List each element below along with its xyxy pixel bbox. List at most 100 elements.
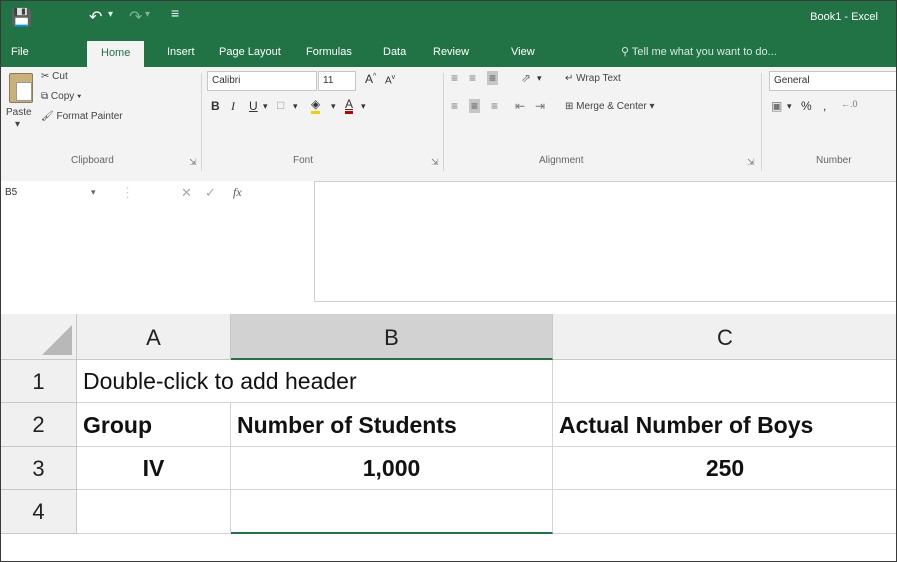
name-box-value: B5 xyxy=(5,187,18,198)
customize-qat-icon[interactable]: ≡ xyxy=(171,5,179,21)
italic-icon[interactable]: I xyxy=(231,99,235,114)
enter-icon[interactable]: ✓ xyxy=(205,185,216,201)
font-group-label: Font xyxy=(293,155,314,166)
row-header-3[interactable]: 3 xyxy=(1,447,77,490)
row-header-4[interactable]: 4 xyxy=(1,490,77,534)
bold-icon[interactable]: B xyxy=(211,99,220,113)
comma-style-button[interactable]: , xyxy=(823,99,826,113)
copy-label: Copy xyxy=(50,91,75,102)
cell-b1[interactable] xyxy=(231,360,553,403)
cell-c3[interactable]: 250 xyxy=(553,447,896,490)
cancel-icon[interactable]: ✕ xyxy=(181,185,192,201)
font-color-dropdown-icon[interactable]: ▾ xyxy=(361,101,366,112)
merge-dropdown-icon: ▾ xyxy=(649,101,655,112)
accounting-format-icon[interactable]: ▣ xyxy=(771,99,782,113)
underline-icon[interactable]: U xyxy=(249,99,258,113)
tab-formulas[interactable]: Formulas xyxy=(306,37,352,67)
alignment-launcher-icon[interactable]: ⇲ xyxy=(747,157,755,168)
column-header-c[interactable]: C xyxy=(553,314,896,360)
column-header-b[interactable]: B xyxy=(231,314,553,360)
paste-dropdown-icon[interactable]: ▾ xyxy=(15,119,20,130)
cell-b2[interactable]: Number of Students xyxy=(231,403,553,447)
orientation-icon[interactable]: ⇗ xyxy=(521,71,531,85)
align-right-icon[interactable]: ≡ xyxy=(491,99,498,113)
align-top-icon[interactable]: ≡ xyxy=(451,71,458,85)
cell-a1[interactable]: Double-click to add header xyxy=(77,360,357,403)
tell-me-box[interactable]: ⚲ Tell me what you want to do... xyxy=(621,37,777,67)
format-painter-label: Format Painter xyxy=(56,111,123,122)
cell-b3[interactable]: 1,000 xyxy=(231,447,553,490)
column-header-a[interactable]: A xyxy=(77,314,231,360)
cell-a4[interactable] xyxy=(77,490,231,534)
insert-function-icon[interactable]: fx xyxy=(233,185,242,200)
clipboard-group-label: Clipboard xyxy=(71,155,114,166)
decrease-font-icon[interactable]: Av xyxy=(385,74,395,86)
increase-font-icon[interactable]: A^ xyxy=(365,72,376,86)
row-header-1[interactable]: 1 xyxy=(1,360,77,403)
align-bottom-icon[interactable]: ≡ xyxy=(487,71,499,85)
wrap-text-button[interactable]: ↵ Wrap Text xyxy=(565,73,621,84)
clipboard-launcher-icon[interactable]: ⇲ xyxy=(189,157,197,168)
number-format-select[interactable]: General xyxy=(769,71,896,91)
row-header-2[interactable]: 2 xyxy=(1,403,77,447)
cell-b4[interactable] xyxy=(231,490,553,534)
tab-file[interactable]: File xyxy=(11,37,29,67)
percent-style-button[interactable]: % xyxy=(801,99,812,113)
title-bar: 💾 ↶ ▾ ↷ ▾ ≡ Book1 - Excel xyxy=(1,1,896,37)
group-divider xyxy=(761,73,762,171)
cell-a2[interactable]: Group xyxy=(77,403,231,447)
cell-c1[interactable] xyxy=(553,360,896,403)
lightbulb-icon: ⚲ xyxy=(621,46,630,58)
tab-page-layout[interactable]: Page Layout xyxy=(219,37,281,67)
font-launcher-icon[interactable]: ⇲ xyxy=(431,157,439,168)
select-all-button[interactable] xyxy=(1,314,77,360)
formula-bar-separator-icon: ⋮ xyxy=(121,185,134,200)
copy-dropdown-icon: ▾ xyxy=(77,91,82,102)
cut-button[interactable]: ✂ Cut xyxy=(41,71,68,82)
borders-dropdown-icon[interactable]: ▾ xyxy=(293,101,298,112)
tab-insert[interactable]: Insert xyxy=(167,37,195,67)
tab-data[interactable]: Data xyxy=(383,37,406,67)
redo-icon[interactable]: ↷ xyxy=(129,7,142,27)
orientation-dropdown-icon[interactable]: ▾ xyxy=(537,73,542,84)
formula-input[interactable] xyxy=(314,181,896,302)
underline-dropdown-icon[interactable]: ▾ xyxy=(263,101,268,112)
increase-indent-icon[interactable]: ⇥ xyxy=(535,99,545,113)
increase-decimal-icon[interactable]: ←.0 xyxy=(841,99,858,109)
font-name-select[interactable]: Calibri xyxy=(207,71,317,91)
alignment-group-label: Alignment xyxy=(539,155,584,166)
cell-c2[interactable]: Actual Number of Boys xyxy=(553,403,896,447)
font-size-value: 11 xyxy=(323,75,334,86)
cut-label: Cut xyxy=(52,71,68,82)
tab-review[interactable]: Review xyxy=(433,37,469,67)
fill-color-icon[interactable]: ◈ xyxy=(311,97,321,114)
font-color-icon[interactable]: A xyxy=(345,97,354,114)
merge-center-label: Merge & Center xyxy=(576,101,647,112)
cell-a3[interactable]: IV xyxy=(77,447,231,490)
accounting-dropdown-icon[interactable]: ▾ xyxy=(787,101,792,112)
worksheet-grid: A B C 1 Double-click to add header 2 Gro… xyxy=(1,314,896,561)
tab-home[interactable]: Home xyxy=(87,41,145,67)
decrease-indent-icon[interactable]: ⇤ xyxy=(515,99,525,113)
group-divider xyxy=(443,73,444,171)
redo-dropdown-icon[interactable]: ▾ xyxy=(145,9,150,20)
name-box-dropdown-icon[interactable]: ▾ xyxy=(91,187,96,198)
paste-button[interactable]: Paste xyxy=(6,107,32,118)
undo-icon[interactable]: ↶ xyxy=(89,7,102,27)
align-middle-icon[interactable]: ≡ xyxy=(469,71,476,85)
undo-dropdown-icon[interactable]: ▾ xyxy=(108,9,113,20)
borders-icon[interactable]: □ xyxy=(277,98,284,112)
merge-center-button[interactable]: ⊞ Merge & Center ▾ xyxy=(565,101,655,112)
fill-color-dropdown-icon[interactable]: ▾ xyxy=(331,101,336,112)
align-left-icon[interactable]: ≡ xyxy=(451,99,458,113)
ribbon-tabs: File Home Insert Page Layout Formulas Da… xyxy=(1,37,896,67)
paste-icon[interactable] xyxy=(9,73,33,103)
cell-c4[interactable] xyxy=(553,490,896,534)
format-painter-button[interactable]: 🖌 Format Painter xyxy=(41,111,123,122)
font-size-select[interactable]: 11 xyxy=(318,71,356,91)
copy-icon: ⧉ xyxy=(41,91,49,102)
copy-button[interactable]: ⧉ Copy ▾ xyxy=(41,91,81,102)
tab-view[interactable]: View xyxy=(511,37,535,67)
align-center-icon[interactable]: ≡ xyxy=(469,99,481,113)
save-icon[interactable]: 💾 xyxy=(11,9,32,27)
